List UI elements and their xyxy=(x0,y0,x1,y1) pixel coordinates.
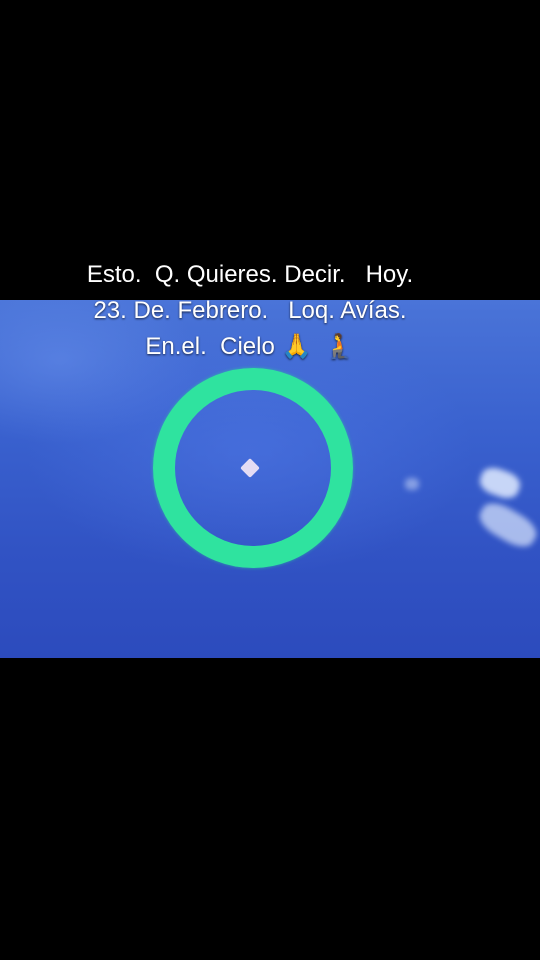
cloud xyxy=(476,463,524,503)
caption-line-2: 23. De. Febrero. Loq. Avías. xyxy=(93,297,407,324)
caption-line-1: Esto. Q. Quieres. Decir. Hoy. xyxy=(86,261,414,288)
cloud xyxy=(405,478,419,490)
cloud xyxy=(474,497,540,553)
video-caption: Esto. Q. Quieres. Decir. Hoy. 23. De. Fe… xyxy=(0,257,500,365)
caption-line-3: En.el. Cielo 🙏 🧎 xyxy=(145,333,355,360)
video-frame: Esto. Q. Quieres. Decir. Hoy. 23. De. Fe… xyxy=(0,0,540,960)
